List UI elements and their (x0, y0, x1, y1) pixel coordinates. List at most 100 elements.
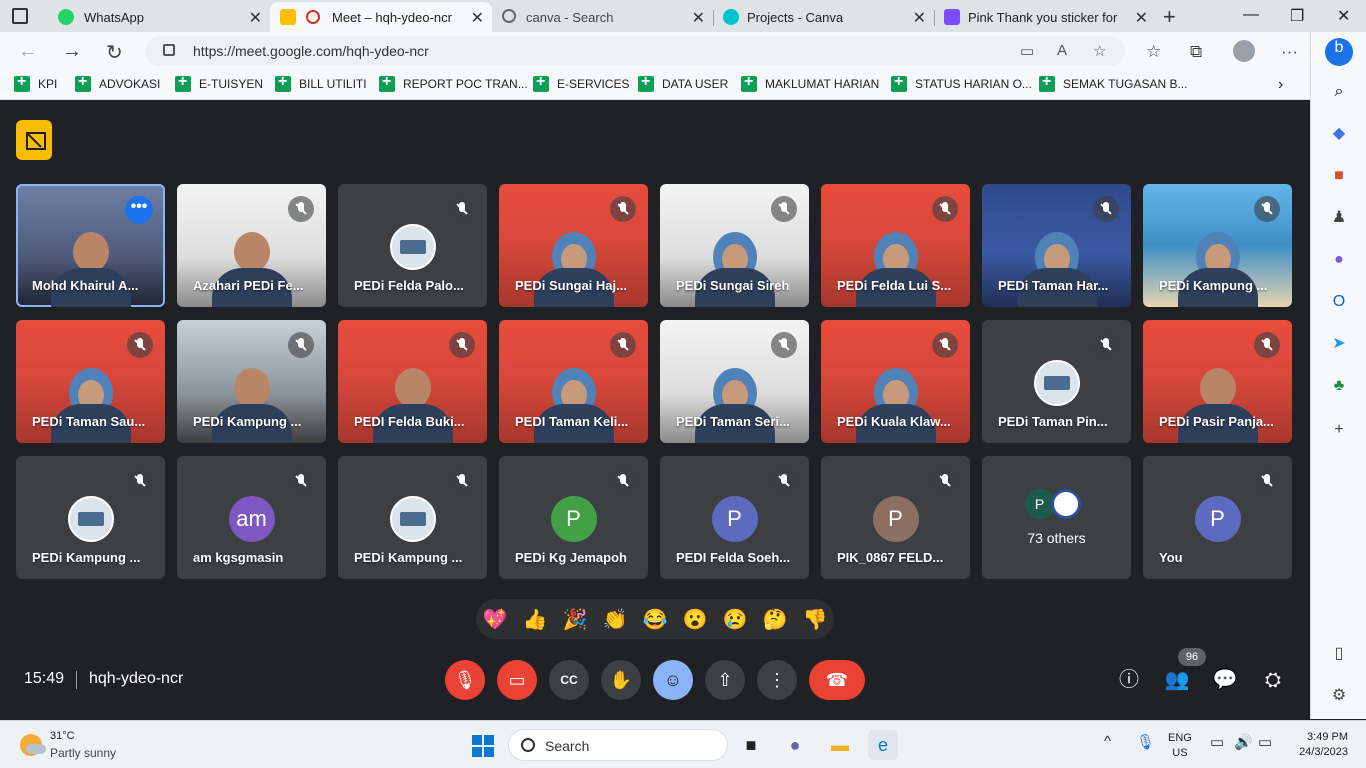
close-window-button[interactable]: ✕ (1337, 6, 1350, 26)
add-icon[interactable]: + (1329, 420, 1349, 440)
language-indicator[interactable]: ENG US (1168, 731, 1192, 761)
bookmark-report-poc[interactable]: REPORT POC TRAN... (379, 73, 528, 92)
favorites-icon[interactable]: ☆ (1146, 42, 1161, 62)
tab-canva-projects[interactable]: Projects - Canva ✕ (713, 2, 935, 32)
participant-tile[interactable]: PEDi Sungai Haj... (499, 184, 648, 307)
participant-tile[interactable]: PEDi Felda Lui S... (821, 184, 970, 307)
present-button[interactable]: ⇧ (705, 660, 745, 700)
close-icon[interactable]: ✕ (471, 8, 484, 28)
profile-avatar[interactable] (1233, 40, 1255, 62)
participant-tile[interactable]: P 73 others (982, 456, 1131, 579)
tab-pink-sticker[interactable]: Pink Thank you sticker for sm ✕ (934, 2, 1156, 32)
refresh-button[interactable]: ↻ (106, 40, 123, 65)
battery-icon[interactable]: ▭ (1258, 733, 1272, 751)
search-icon[interactable]: ⌕ (1329, 82, 1349, 102)
camera-off-button[interactable]: ▭ (497, 660, 537, 700)
volume-icon[interactable]: 🔊 (1234, 733, 1253, 751)
reaction-emoji[interactable]: 😮 (682, 607, 708, 633)
participant-tile[interactable]: PEDi Felda Palo... (338, 184, 487, 307)
bookmarks-more-chevron-icon[interactable]: › (1278, 76, 1283, 94)
reaction-emoji[interactable]: 👎 (802, 607, 828, 633)
bing-icon[interactable]: b (1325, 38, 1353, 66)
tile-options-button[interactable]: ••• (125, 196, 153, 224)
tree-icon[interactable]: ♣ (1329, 376, 1349, 396)
send-icon[interactable]: ➤ (1329, 334, 1349, 354)
add-favorite-icon[interactable]: ☆ (1093, 42, 1106, 60)
close-icon[interactable]: ✕ (249, 8, 262, 28)
participant-tile[interactable]: PEDI Felda Buki... (338, 320, 487, 443)
tab-meet[interactable]: Meet – hqh-ydeo-ncr ✕ (270, 2, 492, 32)
tab-canva-search[interactable]: canva - Search ✕ (492, 2, 714, 32)
activities-icon[interactable]: ⛭ (1260, 667, 1286, 693)
more-options-button[interactable]: ⋮ (757, 660, 797, 700)
read-aloud-icon[interactable]: A (1057, 42, 1067, 59)
participant-tile[interactable]: PEDi Taman Seri... (660, 320, 809, 443)
tab-whatsapp[interactable]: WhatsApp ✕ (42, 2, 271, 32)
display-icon[interactable]: ▭ (1210, 733, 1224, 751)
system-clock[interactable]: 3:49 PM 24/3/2023 (1296, 730, 1348, 760)
weather-temperature[interactable]: 31°C (50, 730, 75, 742)
hide-sidebar-icon[interactable]: ▯ (1329, 644, 1349, 664)
participant-tile[interactable]: Azahari PEDi Fe... (177, 184, 326, 307)
reaction-emoji[interactable]: 🎉 (562, 607, 588, 633)
url-field[interactable]: https://meet.google.com/hqh-ydeo-ncr ▭ A… (145, 36, 1125, 66)
file-explorer-icon[interactable]: ▬ (825, 730, 855, 760)
taskbar-search[interactable]: Search (508, 729, 728, 761)
captions-button[interactable]: CC (549, 660, 589, 700)
forward-button[interactable]: → (62, 40, 82, 63)
participant-tile[interactable]: PEDi Kampung ... (177, 320, 326, 443)
bookmark-etuisyen[interactable]: E-TUISYEN (175, 73, 263, 92)
weather-icon[interactable] (20, 734, 46, 756)
participant-tile[interactable]: PEDi Kampung ... (1143, 184, 1292, 307)
reaction-emoji[interactable]: 👍 (522, 607, 548, 633)
close-icon[interactable]: ✕ (692, 8, 705, 28)
bookmark-data-user[interactable]: DATA USER (638, 73, 728, 92)
participant-tile[interactable]: P You (1143, 456, 1292, 579)
shopping-tag-icon[interactable]: ◆ (1329, 124, 1349, 144)
participant-tile[interactable]: P PEDI Felda Soeh... (660, 456, 809, 579)
menu-icon[interactable]: ··· (1281, 42, 1298, 62)
participant-tile[interactable]: PEDI Taman Keli... (499, 320, 648, 443)
tools-icon[interactable]: ■ (1329, 166, 1349, 186)
participant-tile[interactable]: ••• Mohd Khairul A... (16, 184, 165, 307)
new-tab-button[interactable]: + (1163, 4, 1176, 30)
back-button[interactable]: ← (18, 40, 38, 63)
reaction-emoji[interactable]: 🤔 (762, 607, 788, 633)
close-icon[interactable]: ✕ (1135, 8, 1148, 28)
reaction-emoji[interactable]: 👏 (602, 607, 628, 633)
bookmark-maklumat-harian[interactable]: MAKLUMAT HARIAN (741, 73, 879, 92)
camera-icon[interactable]: ▭ (1020, 42, 1034, 60)
reaction-emoji[interactable]: 💖 (482, 607, 508, 633)
participant-tile[interactable]: P PIK_0867 FELD... (821, 456, 970, 579)
meeting-info-icon[interactable]: ⓘ (1116, 667, 1142, 693)
weather-description[interactable]: Partly sunny (50, 746, 116, 760)
participant-tile[interactable]: PEDi Kampung ... (338, 456, 487, 579)
participant-tile[interactable]: PEDi Kampung ... (16, 456, 165, 579)
show-hidden-icons-chevron-icon[interactable]: ^ (1104, 733, 1111, 750)
office-icon[interactable]: ● (1329, 250, 1349, 270)
people-icon[interactable]: 👥 (1164, 667, 1190, 693)
participant-tile[interactable]: PEDi Pasir Panja... (1143, 320, 1292, 443)
games-icon[interactable]: ♟ (1329, 208, 1349, 228)
microphone-icon[interactable]: 🎙 (1136, 733, 1155, 751)
participant-tile[interactable]: am am kgsgmasin (177, 456, 326, 579)
reactions-button[interactable]: ☺ (653, 660, 693, 700)
tab-actions-icon[interactable] (12, 8, 28, 24)
participant-tile[interactable]: PEDi Kuala Klaw... (821, 320, 970, 443)
chat-icon[interactable]: 💬 (1212, 667, 1238, 693)
bookmark-advokasi[interactable]: ADVOKASI (75, 73, 160, 92)
edge-icon[interactable]: e (868, 730, 898, 760)
mic-off-button[interactable]: 🎙 (445, 660, 485, 700)
bookmark-status-harian[interactable]: STATUS HARIAN O... (891, 73, 1032, 92)
bookmark-bill-utiliti[interactable]: BILL UTILITI (275, 73, 367, 92)
start-button[interactable] (472, 735, 494, 757)
task-view-icon[interactable]: ■ (736, 730, 766, 760)
restore-button[interactable]: ❐ (1290, 6, 1304, 26)
bookmark-kpi[interactable]: KPI (14, 73, 57, 92)
settings-gear-icon[interactable]: ⚙ (1329, 686, 1349, 706)
participant-tile[interactable]: PEDi Taman Har... (982, 184, 1131, 307)
minimize-button[interactable]: — (1243, 6, 1259, 24)
bookmark-eservices[interactable]: E-SERVICES (533, 73, 629, 92)
reaction-emoji[interactable]: 😢 (722, 607, 748, 633)
leave-call-button[interactable]: ☎ (809, 660, 865, 700)
